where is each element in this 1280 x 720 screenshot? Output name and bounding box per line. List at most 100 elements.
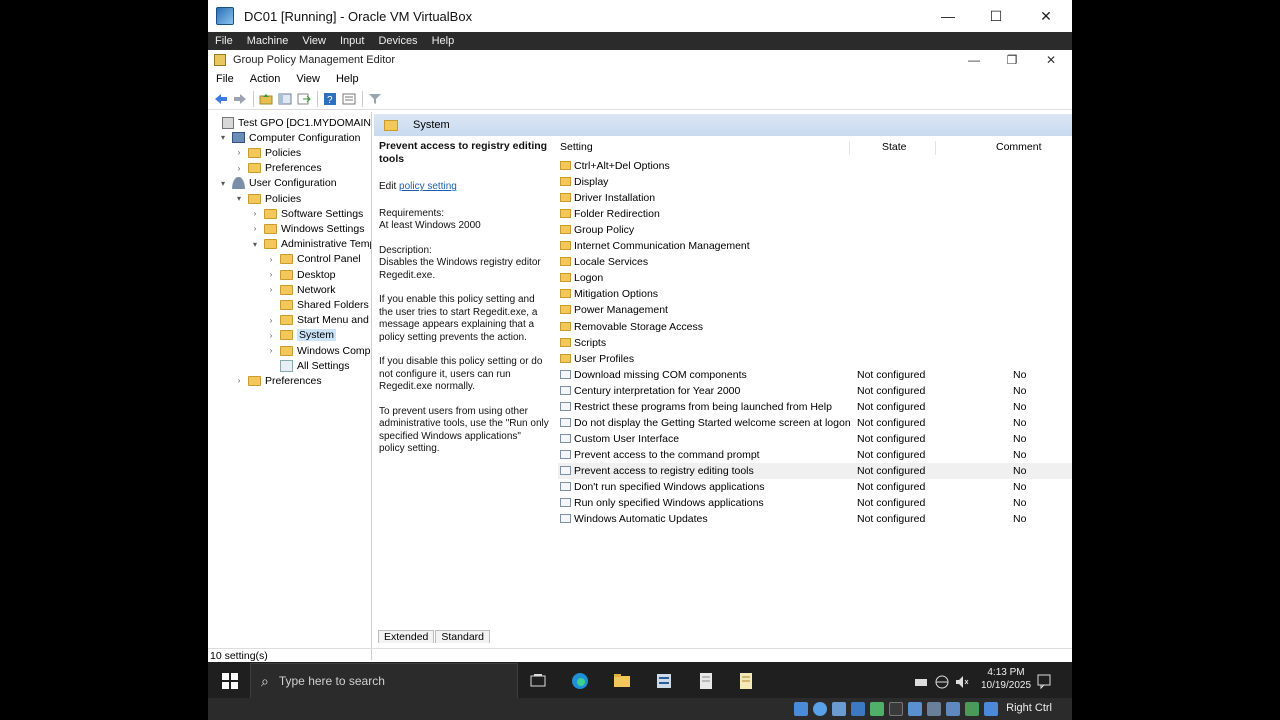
list-policy-row[interactable]: Do not display the Getting Started welco… [558, 415, 1072, 431]
keyboard-icon[interactable] [984, 702, 998, 716]
list-folder-row[interactable]: Internet Communication Management [558, 238, 1072, 254]
tree-node-control-panel[interactable]: › Control Panel [266, 252, 361, 267]
tree-expander-icon[interactable]: ▾ [234, 194, 244, 203]
hard-disk-icon[interactable] [794, 702, 808, 716]
tree-node-network[interactable]: › Network [266, 282, 336, 297]
list-policy-row[interactable]: Download missing COM components Not confi… [558, 367, 1072, 383]
vbox-menu-input[interactable]: Input [333, 35, 371, 47]
gpme-menu-help[interactable]: Help [328, 73, 367, 85]
list-folder-row[interactable]: Removable Storage Access [558, 319, 1072, 335]
tree-node-policies[interactable]: › Policies [234, 145, 302, 160]
tree-expander-icon[interactable]: ▾ [218, 133, 228, 142]
tree-expander-icon[interactable]: › [266, 331, 276, 340]
edge-browser-icon[interactable] [570, 671, 590, 691]
list-folder-row[interactable]: Driver Installation [558, 190, 1072, 206]
network-icon[interactable] [914, 671, 928, 691]
audio-icon[interactable] [832, 702, 846, 716]
tree-expander-icon[interactable]: › [266, 346, 276, 355]
tree-expander-icon[interactable]: › [234, 164, 244, 173]
tree-expander-icon[interactable]: ▾ [250, 240, 260, 249]
tree-node-computer-configuration[interactable]: ▾ Computer Configuration [218, 130, 361, 145]
list-policy-row[interactable]: Century interpretation for Year 2000 Not … [558, 383, 1072, 399]
tree-node-desktop[interactable]: › Desktop [266, 267, 336, 282]
server-manager-icon[interactable] [654, 671, 674, 691]
list-folder-row[interactable]: Display [558, 174, 1072, 190]
tree-expander-icon[interactable]: › [250, 209, 260, 218]
tree-expander-icon[interactable]: › [234, 148, 244, 157]
volume-muted-icon[interactable] [955, 671, 969, 691]
gpme-menu-view[interactable]: View [288, 73, 328, 85]
tree-node-policies[interactable]: ▾ Policies [234, 191, 301, 206]
list-folder-row[interactable]: User Profiles [558, 351, 1072, 367]
recording-icon[interactable] [927, 702, 941, 716]
list-folder-row[interactable]: Ctrl+Alt+Del Options [558, 158, 1072, 174]
tree-expander-icon[interactable]: › [266, 255, 276, 264]
vbox-close-button[interactable]: ✕ [1022, 0, 1070, 32]
list-folder-row[interactable]: Group Policy [558, 222, 1072, 238]
list-folder-row[interactable]: Locale Services [558, 254, 1072, 270]
tree-node-start-menu-and-taskbar[interactable]: › Start Menu and Taskbar [266, 313, 371, 328]
cpu-icon[interactable] [946, 702, 960, 716]
tree-node-system[interactable]: › System [266, 328, 337, 343]
help-icon[interactable]: ? [321, 90, 339, 108]
notifications-icon[interactable] [1036, 671, 1052, 691]
column-setting[interactable]: Setting [560, 141, 593, 153]
tree-expander-icon[interactable]: › [234, 376, 244, 385]
tab-extended[interactable]: Extended [378, 629, 435, 643]
tree-node-all-settings[interactable]: All Settings [266, 358, 350, 373]
taskbar-search-box[interactable]: ⌕ Type here to search [250, 663, 518, 699]
tree-node-shared-folders[interactable]: Shared Folders [266, 297, 369, 312]
up-folder-icon[interactable] [257, 90, 275, 108]
vbox-menu-machine[interactable]: Machine [240, 35, 296, 47]
task-view-icon[interactable] [528, 671, 548, 691]
tree-node-administrative-templates[interactable]: ▾ Administrative Templates [250, 237, 371, 252]
list-policy-row[interactable]: Run only specified Windows applications N… [558, 495, 1072, 511]
tree-expander-icon[interactable]: ▾ [218, 179, 228, 188]
list-folder-row[interactable]: Folder Redirection [558, 206, 1072, 222]
gpme-minimize-button[interactable]: — [955, 51, 993, 69]
gpme-taskbar-icon[interactable] [736, 671, 756, 691]
vbox-menu-file[interactable]: File [208, 35, 240, 47]
tree-expander-icon[interactable]: › [266, 270, 276, 279]
show-hide-tree-icon[interactable] [276, 90, 294, 108]
tree-node-software-settings[interactable]: › Software Settings [250, 206, 364, 221]
list-policy-row[interactable]: Windows Automatic Updates Not configured N… [558, 511, 1072, 527]
column-comment[interactable]: Comment [996, 141, 1042, 153]
file-explorer-icon[interactable] [612, 671, 632, 691]
globe-icon[interactable] [935, 671, 949, 691]
tree-expander-icon[interactable]: › [250, 224, 260, 233]
shared-folders-icon[interactable] [889, 702, 903, 716]
forward-arrow-icon[interactable] [231, 90, 249, 108]
tree-expander-icon[interactable]: › [266, 316, 276, 325]
windows-start-icon[interactable] [220, 671, 240, 691]
vbox-menu-view[interactable]: View [295, 35, 333, 47]
list-policy-row[interactable]: Restrict these programs from being launc… [558, 399, 1072, 415]
tree-node-windows-components[interactable]: › Windows Components [266, 343, 371, 358]
vbox-menu-help[interactable]: Help [425, 35, 462, 47]
vbox-minimize-button[interactable]: — [924, 0, 972, 32]
list-folder-row[interactable]: Mitigation Options [558, 286, 1072, 302]
network-adapter-icon[interactable] [851, 702, 865, 716]
gpme-restore-button[interactable]: ❐ [993, 51, 1031, 69]
gpme-menu-action[interactable]: Action [242, 73, 289, 85]
list-folder-row[interactable]: Power Management [558, 302, 1072, 318]
list-folder-row[interactable]: Logon [558, 270, 1072, 286]
back-arrow-icon[interactable] [212, 90, 230, 108]
gpme-close-button[interactable]: ✕ [1032, 51, 1070, 69]
column-state[interactable]: State [882, 141, 907, 153]
edit-policy-setting-link[interactable]: policy setting [399, 181, 457, 192]
column-divider[interactable] [935, 141, 936, 155]
list-folder-row[interactable]: Scripts [558, 335, 1072, 351]
mouse-integration-icon[interactable] [965, 702, 979, 716]
properties-icon[interactable] [340, 90, 358, 108]
tree-node-user-configuration[interactable]: ▾ User Configuration [218, 176, 337, 191]
vbox-maximize-button[interactable]: ☐ [972, 0, 1020, 32]
tree-node-test-gpo-dc1-mydomain-local[interactable]: Test GPO [DC1.MYDOMAIN.LOCAL] [222, 115, 371, 130]
optical-drive-icon[interactable] [813, 702, 827, 716]
list-policy-row[interactable]: Custom User Interface Not configured No [558, 431, 1072, 447]
tree-node-windows-settings[interactable]: › Windows Settings [250, 221, 365, 236]
gpme-menu-file[interactable]: File [208, 73, 242, 85]
group-policy-management-icon[interactable] [696, 671, 716, 691]
tree-node-preferences[interactable]: › Preferences [234, 161, 322, 176]
vbox-menu-devices[interactable]: Devices [371, 35, 424, 47]
